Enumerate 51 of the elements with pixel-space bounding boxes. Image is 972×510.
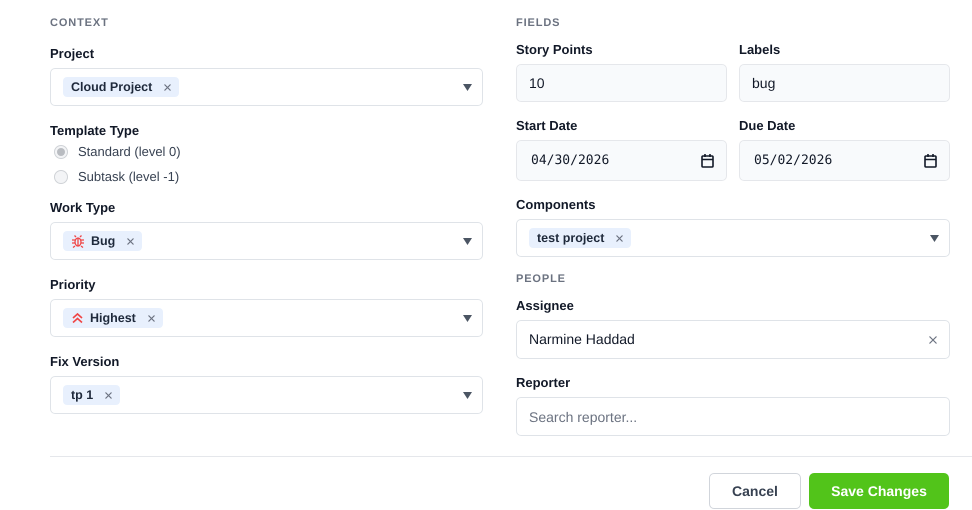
section-heading: PEOPLE bbox=[516, 272, 567, 286]
cancel-button[interactable]: Cancel bbox=[709, 473, 801, 509]
tag-chip: tp 1 bbox=[63, 385, 120, 405]
field-label: Assignee bbox=[516, 298, 575, 314]
field-label: Work Type bbox=[50, 200, 116, 216]
remove-icon[interactable] bbox=[164, 84, 172, 90]
remove-icon[interactable] bbox=[127, 238, 134, 244]
select-field[interactable]: Bug bbox=[50, 222, 483, 260]
field-label: Story Points bbox=[516, 42, 594, 58]
dropdown-caret-icon bbox=[463, 238, 472, 244]
date-field[interactable]: 04/30/2026 bbox=[516, 140, 727, 181]
dropdown-caret-icon bbox=[463, 314, 472, 322]
section-heading: CONTEXT bbox=[50, 16, 110, 30]
tag-chip: Highest bbox=[63, 308, 163, 328]
section-heading: FIELDS bbox=[516, 16, 562, 30]
select-field[interactable]: tp 1 bbox=[50, 376, 483, 414]
field-label: Labels bbox=[739, 42, 782, 58]
select-field[interactable]: test project bbox=[516, 219, 950, 257]
field-label: Template Type bbox=[50, 123, 140, 139]
calendar-icon[interactable] bbox=[924, 154, 937, 168]
clear-icon[interactable] bbox=[929, 336, 937, 344]
select-field[interactable]: Cloud Project bbox=[50, 68, 483, 106]
input-field[interactable]: bug bbox=[739, 64, 950, 102]
tag-chip: Cloud Project bbox=[63, 77, 180, 97]
radio-button[interactable] bbox=[54, 170, 68, 184]
dropdown-caret-icon bbox=[463, 84, 472, 90]
bug-icon bbox=[71, 234, 85, 248]
remove-icon[interactable] bbox=[148, 314, 155, 322]
radio-button[interactable] bbox=[54, 145, 68, 159]
assignee-field[interactable]: Narmine Haddad bbox=[516, 320, 950, 359]
tag-chip: Bug bbox=[63, 231, 142, 251]
field-label: Fix Version bbox=[50, 354, 120, 370]
date-field[interactable]: 05/02/2026 bbox=[739, 140, 950, 181]
search-field[interactable]: Search reporter... bbox=[516, 397, 950, 436]
input-field[interactable]: 10 bbox=[516, 64, 727, 102]
field-label: Due Date bbox=[739, 118, 796, 134]
tag-chip: test project bbox=[529, 228, 632, 248]
field-label: Start Date bbox=[516, 118, 578, 134]
dropdown-caret-icon bbox=[463, 392, 472, 398]
field-label: Components bbox=[516, 197, 596, 213]
select-field[interactable]: Highest bbox=[50, 299, 483, 337]
double-chevron-up-icon bbox=[71, 312, 84, 324]
remove-icon[interactable] bbox=[616, 234, 624, 242]
dropdown-caret-icon bbox=[930, 234, 939, 242]
calendar-icon[interactable] bbox=[701, 154, 714, 168]
radio-label: Subtask (level -1) bbox=[78, 169, 180, 185]
radio-label: Standard (level 0) bbox=[78, 144, 181, 160]
field-label: Project bbox=[50, 46, 96, 62]
field-label: Reporter bbox=[516, 375, 572, 391]
field-label: Priority bbox=[50, 277, 97, 293]
remove-icon[interactable] bbox=[105, 392, 112, 398]
